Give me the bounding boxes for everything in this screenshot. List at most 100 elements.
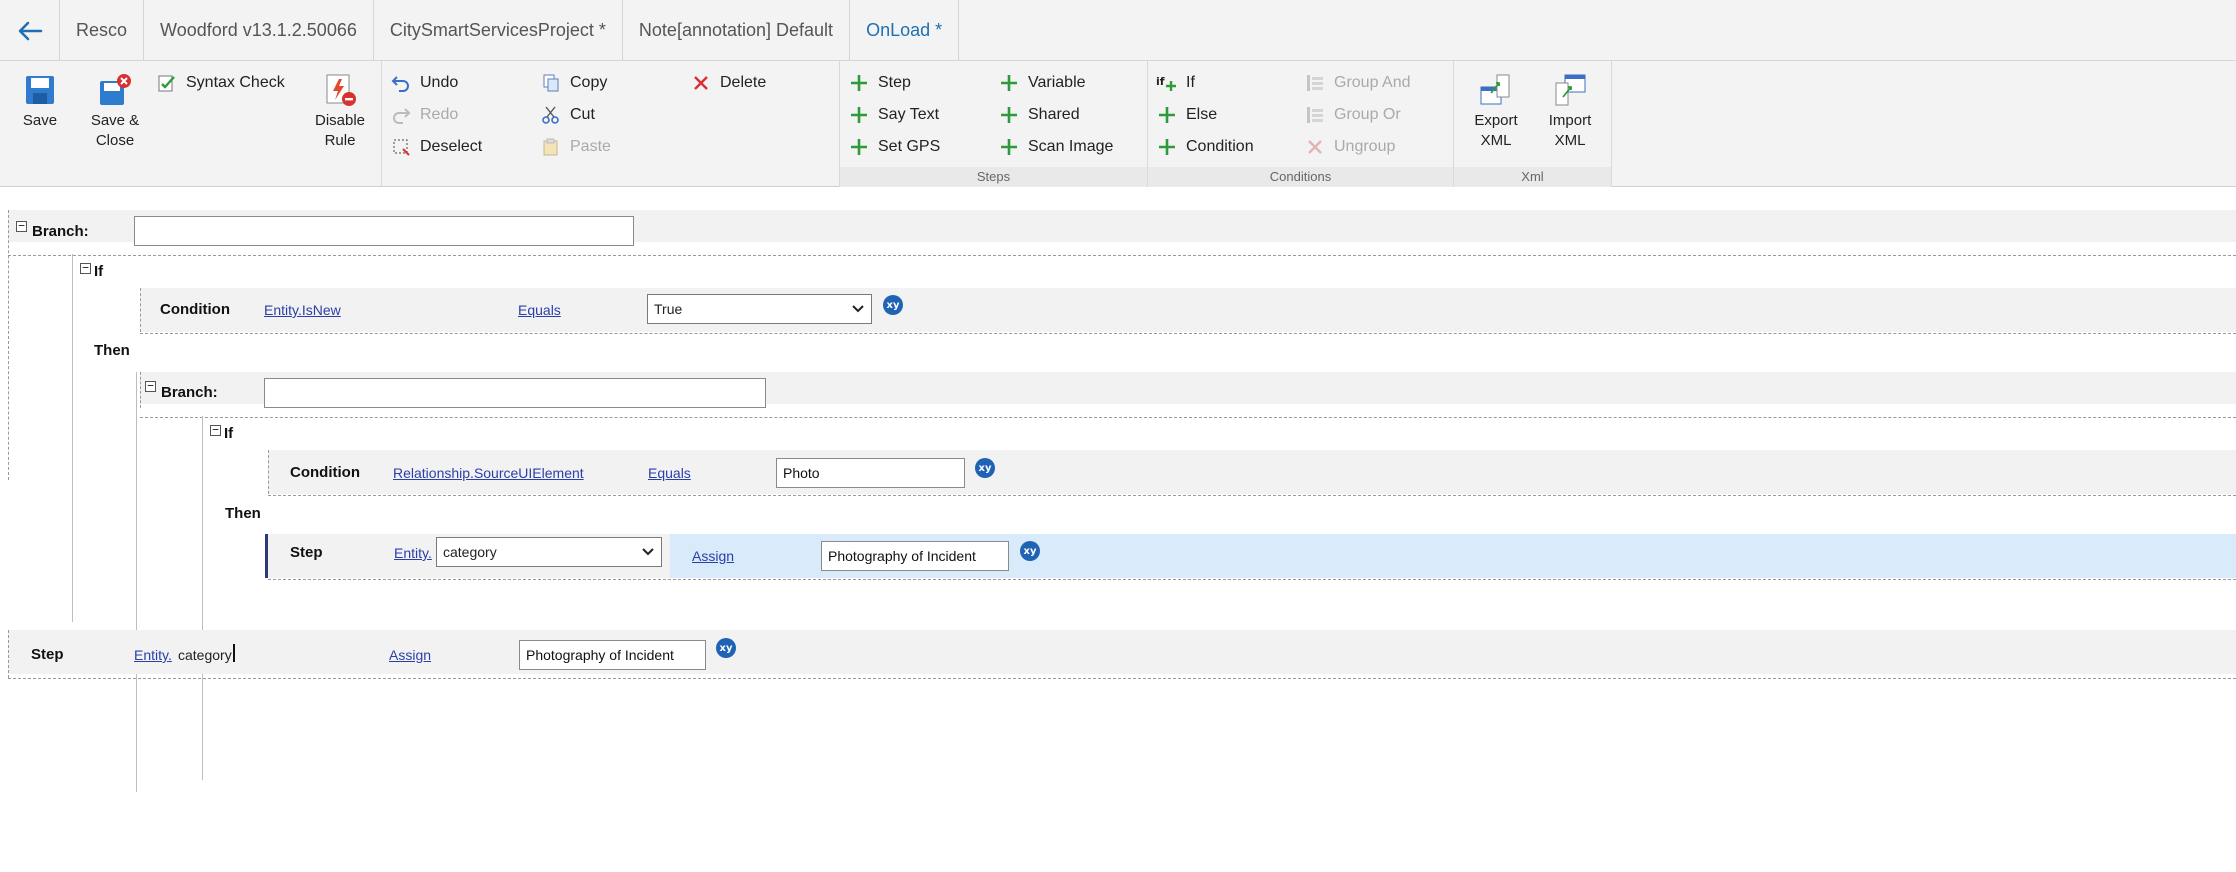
breadcrumb-resco[interactable]: Resco	[60, 0, 145, 61]
branch-divider	[8, 255, 2236, 256]
plus-icon	[848, 136, 870, 158]
shared-label: Shared	[1028, 106, 1080, 123]
collapse-toggle-icon[interactable]: −	[80, 262, 91, 274]
step-action-link[interactable]: Assign	[389, 647, 431, 663]
save-button[interactable]: Save	[14, 73, 66, 131]
add-step-button[interactable]: Step	[848, 71, 911, 95]
export-xml-label: Export XML	[1474, 112, 1518, 149]
cut-button[interactable]: Cut	[540, 103, 595, 127]
save-close-button[interactable]: Save & Close	[86, 73, 144, 151]
add-say-text-button[interactable]: Say Text	[848, 103, 939, 127]
deselect-button[interactable]: Deselect	[390, 135, 482, 159]
group-or-icon	[1304, 104, 1326, 126]
export-xml-icon	[1480, 74, 1510, 105]
step-field-dropdown[interactable]: category	[436, 537, 662, 567]
add-condition-button[interactable]: Condition	[1156, 135, 1254, 159]
import-xml-icon	[1555, 74, 1586, 106]
rule-editor: − Branch: − If Condition Entity.IsNew Eq…	[0, 188, 2236, 872]
add-if-button[interactable]: if If	[1156, 71, 1195, 95]
export-xml-button[interactable]: Export XML	[1468, 73, 1524, 151]
disable-rule-icon	[326, 74, 356, 106]
step-entity-link[interactable]: Entity.	[134, 647, 172, 663]
then-label: Then	[94, 342, 130, 359]
add-scan-image-button[interactable]: Scan Image	[998, 135, 1113, 159]
paste-button[interactable]: Paste	[540, 135, 611, 159]
inner-branch-guide	[140, 372, 141, 408]
condition-guide	[140, 288, 141, 332]
inner-branch-name-input[interactable]	[264, 378, 766, 408]
selection-indicator	[265, 534, 268, 578]
step-entity-link[interactable]: Entity.	[394, 545, 432, 561]
breadcrumb-woodford[interactable]: Woodford v13.1.2.50066	[144, 0, 374, 61]
collapse-toggle-icon[interactable]: −	[145, 380, 156, 392]
condition-field-link[interactable]: Entity.IsNew	[264, 302, 341, 318]
breadcrumb-form[interactable]: Note[annotation] Default	[623, 0, 851, 61]
then-label: Then	[225, 505, 261, 522]
disable-rule-button[interactable]: Disable Rule	[308, 73, 372, 151]
delete-button[interactable]: Delete	[690, 71, 766, 95]
inner-branch-divider	[140, 417, 2236, 418]
undo-button[interactable]: Undo	[390, 71, 458, 95]
xy-expression-icon[interactable]: xy	[883, 295, 903, 315]
add-else-button[interactable]: Else	[1156, 103, 1217, 127]
svg-text:if: if	[1156, 75, 1165, 88]
inner-condition-divider	[268, 495, 2236, 496]
group-or-button[interactable]: Group Or	[1304, 103, 1401, 127]
back-button[interactable]	[0, 0, 60, 61]
then-guide	[136, 372, 137, 792]
if-icon: if	[1156, 72, 1178, 94]
step-field-text[interactable]: category	[178, 647, 232, 663]
cut-icon	[540, 104, 562, 126]
add-variable-button[interactable]: Variable	[998, 71, 1086, 95]
breadcrumb-project[interactable]: CitySmartServicesProject *	[374, 0, 623, 61]
import-xml-button[interactable]: Import XML	[1542, 73, 1598, 151]
group-and-button[interactable]: Group And	[1304, 71, 1411, 95]
condition-value-dropdown[interactable]: True	[647, 294, 872, 324]
condition-label: Condition	[1186, 138, 1254, 155]
xy-expression-icon[interactable]: xy	[975, 458, 995, 478]
chevron-down-icon	[642, 548, 654, 556]
ribbon-group-file: Save Save & Close Syntax Check Disable R…	[0, 61, 382, 187]
ungroup-button[interactable]: Ungroup	[1304, 135, 1395, 159]
variable-label: Variable	[1028, 74, 1086, 91]
undo-icon	[390, 72, 412, 94]
step-label: Step	[878, 74, 911, 91]
breadcrumb-onload[interactable]: OnLoad *	[850, 0, 960, 61]
condition-label: Condition	[160, 301, 230, 318]
step-row-selected-fill[interactable]	[1076, 534, 2236, 578]
steps-group-label: Steps	[840, 167, 1147, 187]
if-label: If	[94, 263, 104, 280]
condition-row[interactable]	[140, 288, 2236, 332]
branch-name-input[interactable]	[134, 216, 634, 246]
syntax-check-button[interactable]: Syntax Check	[156, 71, 285, 95]
copy-button[interactable]: Copy	[540, 71, 607, 95]
step-action-link[interactable]: Assign	[692, 548, 734, 564]
plus-icon	[1156, 104, 1178, 126]
condition-operator-link[interactable]: Equals	[518, 302, 561, 318]
save-close-label: Save & Close	[90, 112, 140, 149]
chevron-down-icon	[852, 305, 864, 313]
add-shared-button[interactable]: Shared	[998, 103, 1080, 127]
paste-icon	[540, 136, 562, 158]
step-label: Step	[31, 646, 64, 663]
condition-operator-link[interactable]: Equals	[648, 465, 691, 481]
step-value-input[interactable]: Photography of Incident	[821, 541, 1009, 571]
outer-step-divider	[8, 678, 2236, 679]
condition-value-input[interactable]: Photo	[776, 458, 965, 488]
deselect-label: Deselect	[420, 138, 483, 155]
outer-step-row[interactable]	[8, 630, 2236, 674]
step-label: Step	[290, 544, 323, 561]
step-value-input[interactable]: Photography of Incident	[519, 640, 706, 670]
xy-expression-icon[interactable]: xy	[716, 638, 736, 658]
cut-label: Cut	[570, 106, 595, 123]
xy-expression-icon[interactable]: xy	[1020, 541, 1040, 561]
add-set-gps-button[interactable]: Set GPS	[848, 135, 940, 159]
redo-button[interactable]: Redo	[390, 103, 458, 127]
delete-label: Delete	[720, 74, 767, 91]
scan-image-label: Scan Image	[1028, 138, 1114, 155]
group-and-icon	[1304, 72, 1326, 94]
collapse-toggle-icon[interactable]: −	[16, 220, 27, 232]
condition-field-link[interactable]: Relationship.SourceUIElement	[393, 465, 584, 481]
conditions-group-label: Conditions	[1148, 167, 1453, 187]
collapse-toggle-icon[interactable]: −	[210, 424, 221, 436]
